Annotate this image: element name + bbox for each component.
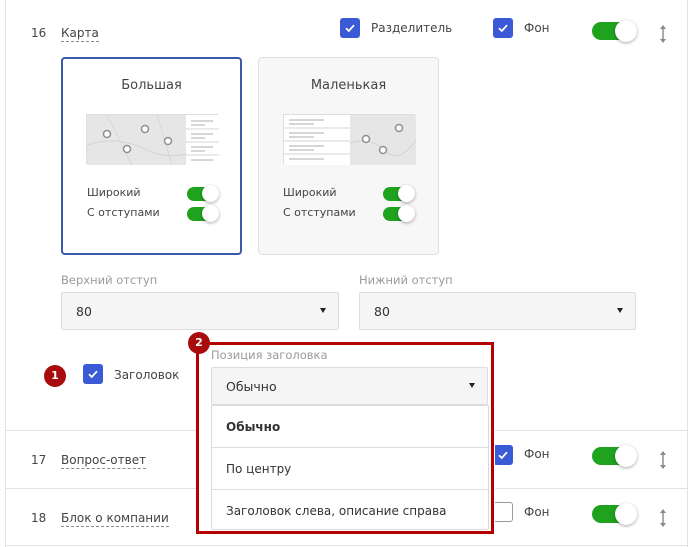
step-badge-2: 2	[188, 332, 210, 354]
padding-toggle[interactable]	[383, 205, 415, 222]
background-checkbox[interactable]	[493, 445, 513, 465]
card-title: Большая	[121, 78, 182, 93]
toggle-knob	[615, 503, 637, 525]
large-map-preview	[86, 114, 220, 166]
toggle-knob	[202, 205, 219, 222]
drag-sort-icon[interactable]	[658, 508, 668, 528]
caret-down-icon	[617, 308, 623, 313]
caret-down-icon	[320, 308, 326, 313]
background-label: Фон	[524, 21, 550, 35]
top-padding-label: Верхний отступ	[61, 273, 158, 287]
row-number: 17	[31, 453, 47, 467]
row-link-about-company[interactable]: Блок о компании	[61, 511, 169, 527]
background-label: Фон	[524, 505, 550, 519]
check-icon	[345, 24, 355, 33]
map-preview-icon	[86, 114, 220, 166]
row-divider	[5, 545, 688, 546]
drag-sort-icon[interactable]	[658, 24, 668, 44]
visibility-toggle[interactable]	[592, 503, 637, 525]
check-icon	[88, 370, 98, 379]
toggle-knob	[202, 185, 219, 202]
step-badge-1: 1	[44, 365, 66, 387]
toggle-knob	[615, 445, 637, 467]
wide-option-label: Широкий	[283, 186, 337, 199]
background-label: Фон	[524, 447, 550, 461]
separator-checkbox[interactable]	[340, 18, 360, 38]
toggle-knob	[398, 205, 415, 222]
top-padding-select[interactable]: 80	[61, 292, 339, 330]
background-checkbox[interactable]	[493, 18, 513, 38]
row-link-map[interactable]: Карта	[61, 26, 99, 42]
map-preview-icon	[284, 115, 417, 165]
wide-toggle[interactable]	[187, 185, 219, 202]
select-value: 80	[374, 304, 390, 319]
wide-option-label: Широкий	[87, 186, 141, 199]
toggle-knob	[615, 20, 637, 42]
row-number: 16	[31, 26, 47, 40]
wide-toggle[interactable]	[383, 185, 415, 202]
check-icon	[498, 24, 508, 33]
highlight-frame	[196, 342, 494, 534]
heading-label: Заголовок	[114, 368, 180, 382]
bottom-padding-select[interactable]: 80	[359, 292, 636, 330]
visibility-toggle[interactable]	[592, 445, 637, 467]
padding-toggle[interactable]	[187, 205, 219, 222]
layout-card-small[interactable]: Маленькая Широкий С отступами	[258, 57, 439, 255]
visibility-toggle[interactable]	[592, 20, 637, 42]
small-map-preview	[283, 114, 417, 165]
check-icon	[498, 451, 508, 460]
background-checkbox[interactable]	[493, 502, 513, 522]
row-link-faq[interactable]: Вопрос-ответ	[61, 453, 147, 469]
bottom-padding-label: Нижний отступ	[359, 273, 453, 287]
layout-card-large[interactable]: Большая Широкий С отступами	[61, 57, 242, 255]
heading-checkbox[interactable]	[83, 364, 103, 384]
separator-label: Разделитель	[371, 21, 453, 35]
drag-sort-icon[interactable]	[658, 450, 668, 470]
toggle-knob	[398, 185, 415, 202]
padding-option-label: С отступами	[87, 206, 160, 219]
row-number: 18	[31, 511, 47, 525]
padding-option-label: С отступами	[283, 206, 356, 219]
card-title: Маленькая	[310, 78, 387, 93]
select-value: 80	[76, 304, 92, 319]
